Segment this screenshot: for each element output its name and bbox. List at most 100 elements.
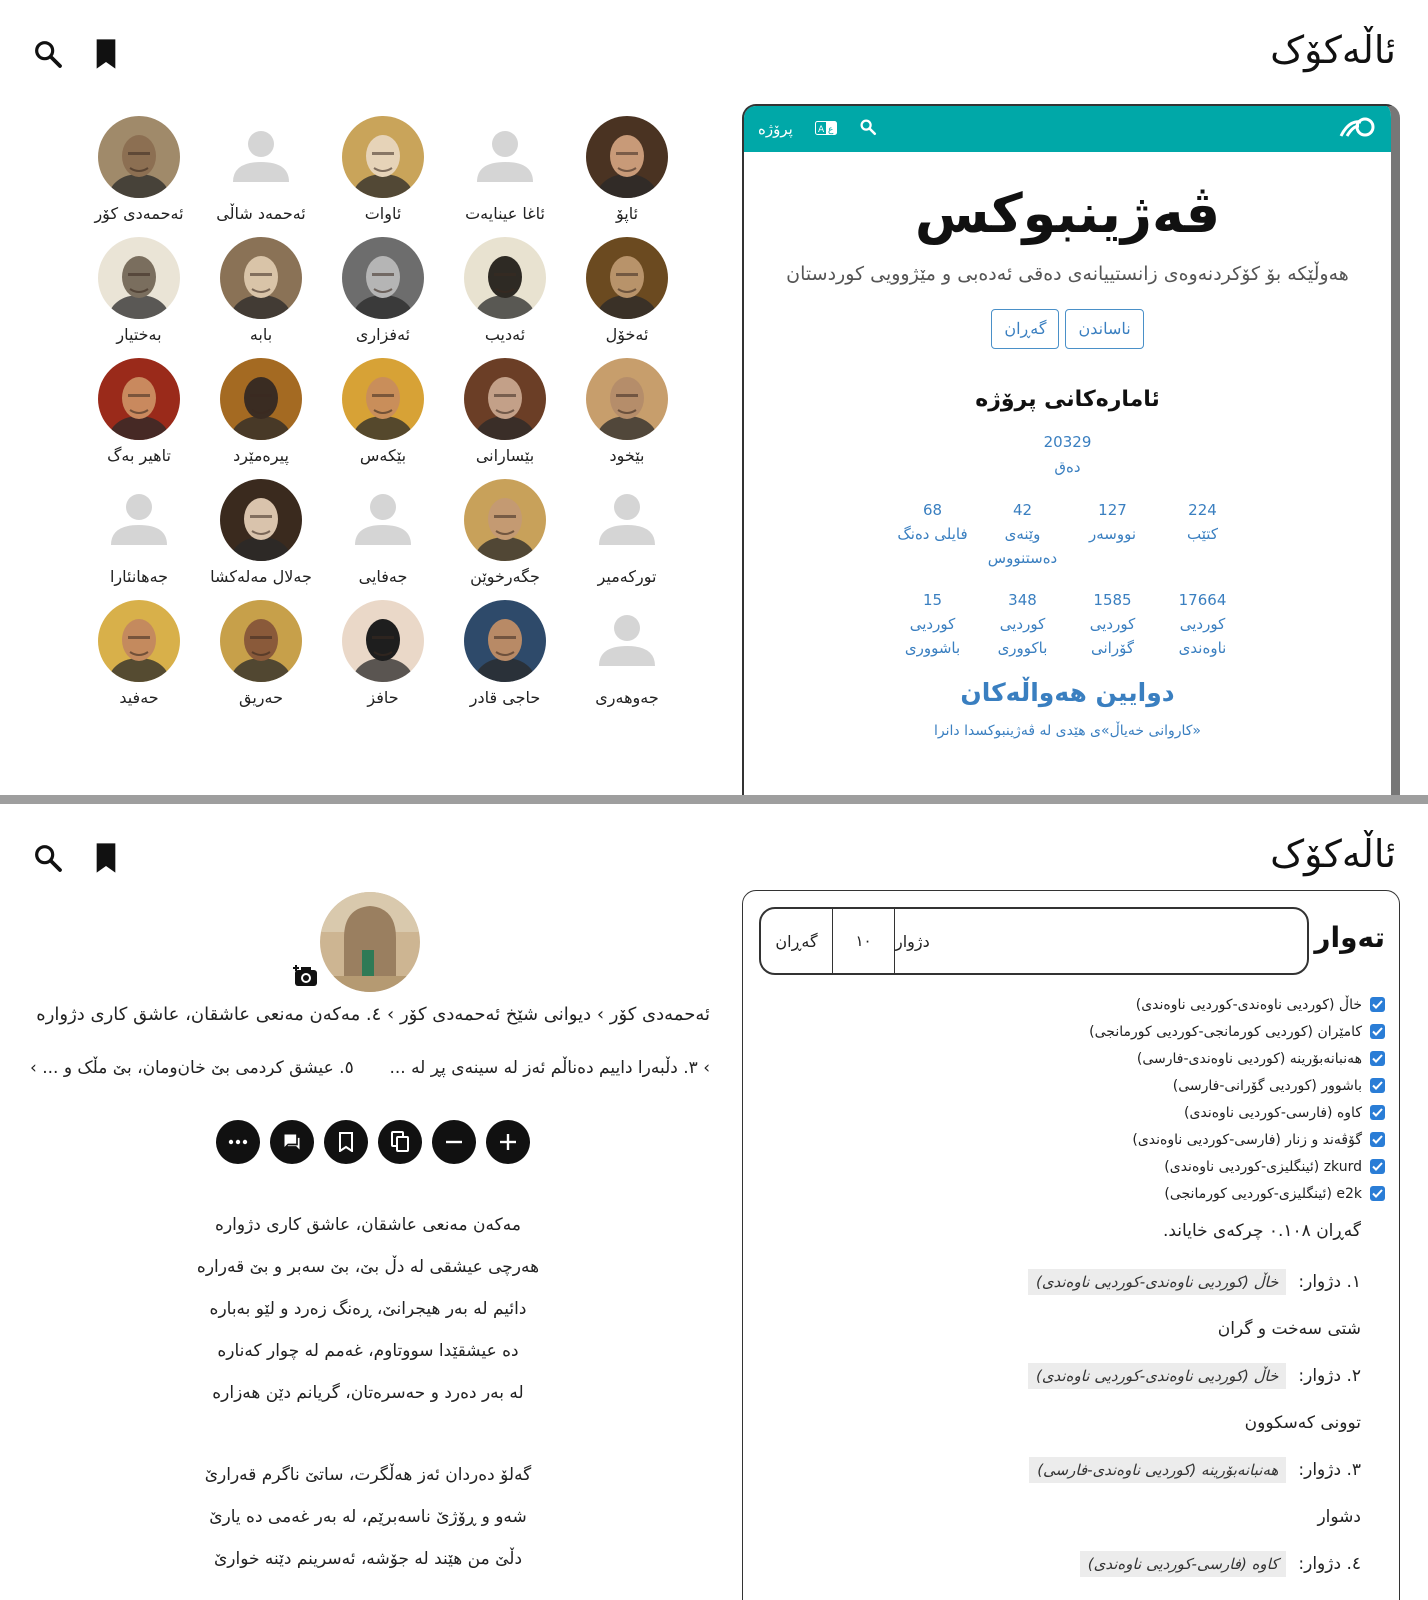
default-avatar-icon — [342, 479, 424, 561]
poet-item[interactable]: ئەحمەد شاڵی — [200, 116, 322, 223]
poet-item[interactable]: بێکەس — [322, 358, 444, 465]
stat-total[interactable]: 20329 دەق — [744, 430, 1391, 480]
checkbox-checked-icon[interactable] — [1370, 1105, 1385, 1120]
poet-item[interactable]: جگەرخوێن — [444, 479, 566, 586]
result-meaning: دشوار — [1317, 1507, 1361, 1527]
search-button[interactable]: گەڕان — [991, 309, 1060, 349]
stats-row: 224 کتێب 127 نووسەر 42 وێنەی دەستنووس 68 فایلی … — [744, 498, 1391, 570]
poet-item[interactable]: جەوهەری — [566, 600, 688, 707]
stat-item[interactable]: 17664 کوردیی ناوەندی — [1158, 588, 1248, 660]
poet-item[interactable]: بەختیار — [78, 237, 200, 344]
poet-item[interactable]: بابە — [200, 237, 322, 344]
poet-avatar — [98, 116, 180, 198]
checkbox-checked-icon[interactable] — [1370, 1132, 1385, 1147]
poet-item[interactable]: تورکەمیر — [566, 479, 688, 586]
bookmark-icon[interactable] — [88, 840, 124, 876]
poet-item[interactable]: بێخود — [566, 358, 688, 465]
stat-item[interactable]: 348 کوردیی باکووری — [978, 588, 1068, 660]
search-icon[interactable] — [30, 840, 66, 876]
project-menu[interactable]: پرۆژە — [758, 120, 793, 138]
poet-item[interactable]: بێسارانی — [444, 358, 566, 465]
checkbox-checked-icon[interactable] — [1370, 1186, 1385, 1201]
app-title: ئاڵەکۆک — [1270, 28, 1396, 72]
decrease-font-icon[interactable] — [432, 1120, 476, 1164]
poet-avatar — [220, 600, 302, 682]
stat-label: کوردیی باکووری — [997, 615, 1048, 657]
checkbox-checked-icon[interactable] — [1370, 1051, 1385, 1066]
poet-item[interactable]: ئەدیب — [444, 237, 566, 344]
poet-item[interactable]: جەهانئارا — [78, 479, 200, 586]
result-number: ٤. دژوار: — [1298, 1554, 1361, 1574]
stat-value: 68 — [922, 501, 943, 519]
copy-icon[interactable] — [378, 1120, 422, 1164]
bookmark-icon[interactable] — [88, 36, 124, 72]
stat-item[interactable]: 127 نووسەر — [1068, 498, 1158, 570]
stat-item[interactable]: 15 کوردیی باشووری — [888, 588, 978, 660]
camera-icon[interactable] — [292, 964, 320, 992]
search-icon[interactable] — [30, 36, 66, 72]
dictionary-search-input[interactable]: دژوار — [895, 909, 1307, 973]
poet-avatar — [98, 600, 180, 682]
poet-item[interactable]: ئەخۆل — [566, 237, 688, 344]
dictionary-search-button[interactable]: گەڕان — [761, 909, 833, 973]
result-number: ٢. دژوار: — [1298, 1366, 1361, 1386]
poet-item[interactable]: ئەفزاری — [322, 237, 444, 344]
stat-value: 42 — [1012, 501, 1033, 519]
bookmark-poem-icon[interactable] — [324, 1120, 368, 1164]
poet-item[interactable]: ئەحمەدی کۆر — [78, 116, 200, 223]
translate-icon[interactable]: Aع — [814, 120, 837, 139]
result-meaning: شتی سەخت و گران — [1217, 1319, 1361, 1339]
navbar-search-icon[interactable] — [859, 118, 877, 140]
toolbar — [30, 36, 124, 72]
stat-value: 348 — [1008, 591, 1037, 609]
next-poem-link[interactable]: ٥. عیشق کردمی بێ خان‌ومان، بێ مڵک و ... … — [30, 1058, 354, 1078]
dictionary-source-item: کامێران (کوردیی کورمانجی-کوردیی کورمانجی… — [1089, 1018, 1385, 1045]
poet-item[interactable]: جەلال مەلەکشا — [200, 479, 322, 586]
poet-avatar — [220, 237, 302, 319]
news-item[interactable]: «کاروانی خەیاڵ»ی هێدی لە ڤەژینبوکسدا دان… — [744, 723, 1391, 739]
poet-item[interactable]: پیرەمێرد — [200, 358, 322, 465]
vejin-description: هەوڵێکە بۆ کۆکردنەوەی زانستییانەی دەقی ئ… — [786, 263, 1349, 285]
default-avatar-icon — [220, 116, 302, 198]
checkbox-checked-icon[interactable] — [1370, 1024, 1385, 1039]
poet-item[interactable]: حەریق — [200, 600, 322, 707]
comments-icon[interactable] — [270, 1120, 314, 1164]
poet-name: تورکەمیر — [597, 567, 657, 586]
more-button[interactable] — [216, 1120, 260, 1164]
news-heading[interactable]: دوایین هەواڵەکان — [744, 678, 1391, 707]
poet-name: حافز — [367, 688, 399, 707]
poet-avatar — [220, 358, 302, 440]
result-header: ١. دژوار: خاڵ (کوردیی ناوەندی-کوردیی ناوە… — [1027, 1261, 1361, 1303]
poem-actions — [216, 1120, 530, 1164]
intro-button[interactable]: ناساندن — [1065, 309, 1144, 349]
poet-avatar[interactable] — [320, 892, 420, 992]
poet-name: ئاوات — [364, 204, 402, 223]
checkbox-checked-icon[interactable] — [1370, 1159, 1385, 1174]
vejin-logo-icon[interactable] — [1339, 116, 1377, 142]
previous-poem-link[interactable]: › ٣. دڵبەرا داییم دەناڵم ئەز لە سینەی پڕ… — [389, 1058, 710, 1078]
checkbox-checked-icon[interactable] — [1370, 1078, 1385, 1093]
poet-item[interactable]: تاهیر بەگ — [78, 358, 200, 465]
stat-item[interactable]: 68 فایلی دەنگ — [888, 498, 978, 570]
result-count-field[interactable]: ١٠ — [833, 909, 895, 973]
stat-item[interactable]: 1585 کوردیی گۆرانی — [1068, 588, 1158, 660]
poet-item[interactable]: حەفید — [78, 600, 200, 707]
increase-font-icon[interactable] — [486, 1120, 530, 1164]
checkbox-checked-icon[interactable] — [1370, 997, 1385, 1012]
poet-name: ئەفزاری — [355, 325, 411, 344]
poet-name: جەلال مەلەکشا — [210, 567, 312, 586]
poet-item[interactable]: حاجی قادر — [444, 600, 566, 707]
stat-item[interactable]: 42 وێنەی دەستنووس — [978, 498, 1068, 570]
poem-line: گەلۆ دەردان ئەز هەڵگرت، ساتێ ناگرم قەرار… — [204, 1465, 532, 1485]
poet-item[interactable]: ئاپۆ — [566, 116, 688, 223]
stats-row: 17664 کوردیی ناوەندی 1585 کوردیی گۆرانی 348 ک… — [744, 588, 1391, 660]
poet-avatar — [464, 237, 546, 319]
poet-item[interactable]: ئاغا عینایەت — [444, 116, 566, 223]
poet-item[interactable]: جەفایی — [322, 479, 444, 586]
stat-item[interactable]: 224 کتێب — [1158, 498, 1248, 570]
poet-item[interactable]: حافز — [322, 600, 444, 707]
breadcrumb[interactable]: ئەحمەدی کۆر › دیوانی شێخ ئەحمەدی کۆر › ٤… — [36, 1004, 710, 1025]
poet-item[interactable]: ئاوات — [322, 116, 444, 223]
poet-avatar — [342, 237, 424, 319]
dictionary-source-item: هەنبانەبۆرینە (کوردیی ناوەندی-فارسی) — [1089, 1045, 1385, 1072]
